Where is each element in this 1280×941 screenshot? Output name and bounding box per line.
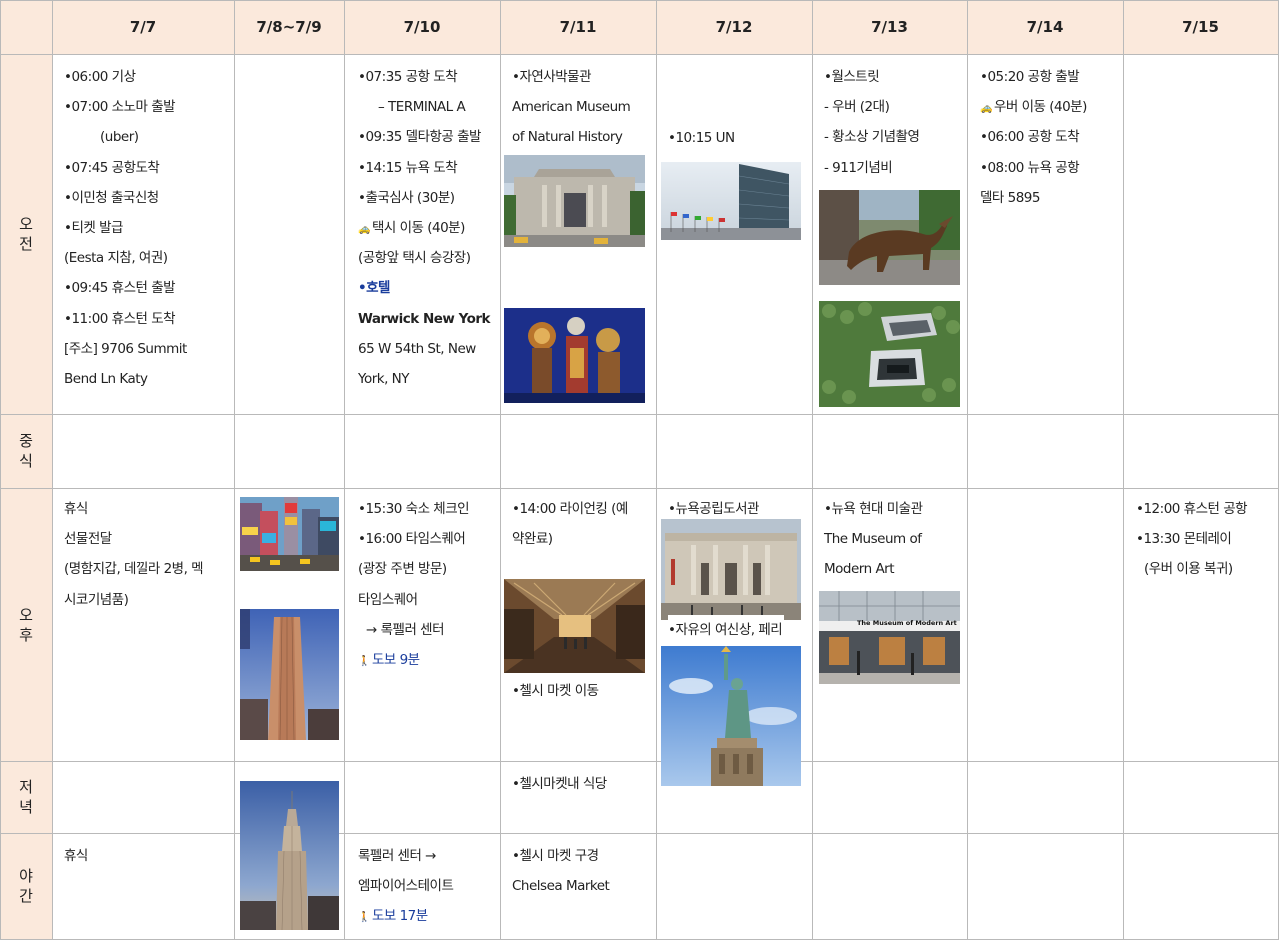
cell-7-11-night: •첼시 마켓 구경 Chelsea Market xyxy=(512,848,610,895)
cell-7-11-dinner: •첼시마켓내 식당 xyxy=(512,776,607,792)
cell-7-7-morning: •06:00 기상 •07:00 소노마 출발 (uber) •07:45 공항… xyxy=(64,69,187,387)
empire-state-photo xyxy=(240,781,339,930)
car-icon: 🚕 xyxy=(980,103,992,115)
walking-icon: 🚶 xyxy=(358,655,370,667)
date-header-7-10: 7/10 xyxy=(403,18,441,36)
cell-7-10-night: 록펠러 센터 → 엠파이어스테이트 🚶 도보 17분 xyxy=(358,841,454,932)
wall-street-bull-photo xyxy=(819,190,960,285)
cell-7-12-afternoon-liberty: •자유의 여신상, 페리 xyxy=(668,615,785,646)
natural-history-museum-photo xyxy=(504,155,645,247)
moma-sign: The Museum of Modern Art xyxy=(857,619,957,627)
moma-photo: The Museum of Modern Art xyxy=(819,591,960,684)
cell-7-10-afternoon: •15:30 숙소 체크인 •16:00 타임스퀘어 (광장 주변 방문) 타임… xyxy=(358,494,470,675)
walking-icon: 🚶 xyxy=(358,912,370,924)
date-header-7-14: 7/14 xyxy=(1026,18,1064,36)
date-header-7-11: 7/11 xyxy=(559,18,597,36)
taxi-icon: 🚕 xyxy=(358,223,370,235)
cell-7-15-afternoon: •12:00 휴스턴 공항 •13:30 몬테레이 (우버 이용 복귀) xyxy=(1136,501,1248,578)
date-header-7-13: 7/13 xyxy=(871,18,908,36)
cell-7-11-afternoon: •14:00 라이언킹 (예 약완료) xyxy=(512,501,628,548)
date-header-7-8-9: 7/8~7/9 xyxy=(256,18,322,36)
statue-of-liberty-photo xyxy=(661,646,801,786)
rockefeller-center-photo xyxy=(240,609,339,740)
cell-7-10-morning: •07:35 공항 도착 – TERMINAL A •09:35 델타항공 출발… xyxy=(358,69,491,387)
un-headquarters-photo xyxy=(661,162,801,240)
row-label-lunch: 중식 xyxy=(19,432,33,470)
cell-7-13-morning: •월스트릿 - 우버 (2대) - 황소상 기념촬영 - 911기념비 xyxy=(824,69,920,176)
row-label-night: 야간 xyxy=(19,867,33,905)
date-header-7-15: 7/15 xyxy=(1182,18,1219,36)
chelsea-market-photo xyxy=(504,579,645,673)
lion-king-photo xyxy=(504,308,645,403)
row-label-morning: 오전 xyxy=(19,215,33,253)
itinerary-table: 7/7 7/8~7/9 7/10 7/11 7/12 7/13 7/14 7/1… xyxy=(0,0,1280,941)
cell-7-12-morning: •10:15 UN xyxy=(668,130,735,146)
cell-7-11-morning: •자연사박물관 American Museum of Natural Histo… xyxy=(512,69,631,146)
cell-7-14-morning: •05:20 공항 출발 🚕 우버 이동 (40분) •06:00 공항 도착 •… xyxy=(980,69,1087,206)
public-library-photo xyxy=(661,519,801,620)
cell-7-7-afternoon: 휴식 선물전달 (명함지갑, 데낄라 2병, 멕 시코기념품) xyxy=(64,501,204,608)
cell-7-13-afternoon: •뉴욕 현대 미술관 The Museum of Modern Art xyxy=(824,501,923,578)
911-memorial-photo xyxy=(819,301,960,407)
date-header-7-12: 7/12 xyxy=(715,18,753,36)
row-label-afternoon: 오후 xyxy=(19,605,33,644)
cell-7-11-afternoon-chelsea: •첼시 마켓 이동 xyxy=(512,683,599,699)
date-header-7-7: 7/7 xyxy=(129,18,157,36)
row-label-dinner: 저녁 xyxy=(19,778,33,816)
times-square-photo xyxy=(240,497,339,571)
cell-7-7-night: 휴식 xyxy=(64,848,88,864)
